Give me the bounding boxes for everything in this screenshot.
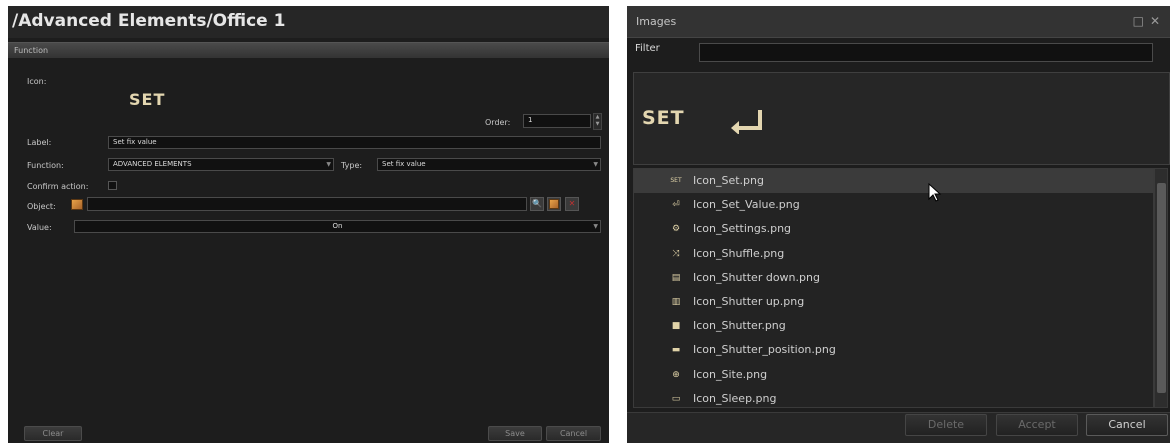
image-preview: SET [633,72,1170,165]
function-section-header: Function [8,42,609,58]
list-item-label: Icon_Shutter up.png [693,294,805,308]
chevron-down-icon: ▼ [593,223,598,230]
delete-button[interactable]: Delete [905,414,987,436]
shutter-up-icon: ▥ [671,296,681,307]
type-label: Type: [341,161,363,170]
images-dialog: Images □ ✕ Filter SET SET Icon_Set.png ⏎ Ico… [627,6,1170,443]
type-select[interactable]: Set fix value ▼ [377,158,601,171]
shutter-icon: ■ [671,321,681,332]
value-select[interactable]: On ▼ [74,220,601,233]
filter-input[interactable] [699,43,1153,62]
function-editor-panel: /Advanced Elements/Office 1 Function Ico… [8,6,609,443]
preview-set-text: SET [642,107,685,129]
page-title: /Advanced Elements/Office 1 [8,6,609,38]
list-item-label: Icon_Site.png [693,367,768,381]
filter-label: Filter [635,43,660,54]
list-item[interactable]: SET Icon_Set.png [634,169,1153,194]
type-select-value: Set fix value [382,160,426,168]
order-label: Order: [485,118,511,127]
clear-button[interactable]: Clear [24,426,82,441]
list-item-label: Icon_Settings.png [693,222,792,236]
icon-label: Icon: [27,77,47,86]
list-item[interactable]: ■ Icon_Shutter.png [634,314,1153,338]
window-controls: □ ✕ [1127,14,1160,28]
list-item-label: Icon_Shutter_position.png [693,343,836,357]
close-icon[interactable]: ✕ [1150,14,1160,28]
object-input[interactable] [87,197,527,211]
dialog-cancel-button[interactable]: Cancel [1086,414,1168,436]
globe-icon: ⊕ [672,369,680,380]
label-label: Label: [27,138,52,147]
chevron-down-icon: ▼ [593,161,598,168]
list-item[interactable]: ⏎ Icon_Set_Value.png [634,193,1153,217]
maximize-icon[interactable]: □ [1133,14,1144,28]
gear-icon: ⚙ [671,224,681,235]
list-item-label: Icon_Set_Value.png [693,198,800,212]
list-item[interactable]: ▬ Icon_Shutter_position.png [634,338,1153,362]
shutter-position-icon: ▬ [671,345,681,356]
chevron-down-icon: ▼ [326,161,331,168]
shutter-down-icon: ▤ [671,272,681,283]
list-scrollbar[interactable] [1154,168,1168,408]
list-item-label: Icon_Set.png [693,174,764,187]
function-label: Function: [27,161,64,170]
shuffle-icon: ⤨ [672,248,680,259]
list-item[interactable]: ▤ Icon_Shutter down.png [634,266,1153,290]
list-item-label: Icon_Shutter down.png [693,270,820,284]
list-item[interactable]: ⤨ Icon_Shuffle.png [634,242,1153,266]
cancel-button[interactable]: Cancel [546,426,601,441]
box-icon [549,199,559,209]
list-item[interactable]: ⚙ Icon_Settings.png [634,217,1153,241]
label-input[interactable]: Set fix value [108,136,601,149]
mouse-cursor-icon [928,183,942,202]
confirm-action-label: Confirm action: [27,182,89,191]
sleep-icon: ▭ [671,393,681,404]
confirm-action-checkbox[interactable] [108,181,117,190]
order-stepper[interactable]: ▲ ▼ [593,113,602,130]
object-label: Object: [27,202,56,211]
search-icon[interactable]: 🔍 [530,197,544,211]
value-label: Value: [27,223,52,232]
enter-arrow-icon: ⏎ [672,200,680,211]
function-select[interactable]: ADVANCED ELEMENTS ▼ [108,158,334,171]
image-list[interactable]: SET Icon_Set.png ⏎ Icon_Set_Value.png ⚙ Icon_… [633,168,1154,408]
enter-arrow-icon [731,110,762,134]
dialog-title: Images [627,6,1170,38]
list-item[interactable]: ▥ Icon_Shutter up.png [634,290,1153,314]
list-item-label: Icon_Shuffle.png [693,246,785,260]
set-text-icon: SET [670,177,682,184]
save-button[interactable]: Save [488,426,542,441]
list-item[interactable]: ⊕ Icon_Site.png [634,363,1153,387]
clear-object-button[interactable]: ✕ [565,197,579,211]
object-box-icon [71,199,83,210]
list-item-label: Icon_Sleep.png [693,391,777,405]
select-object-button[interactable] [547,197,561,211]
order-input[interactable]: 1 [523,114,591,128]
scrollbar-thumb[interactable] [1157,183,1166,393]
selected-icon-preview[interactable]: SET [129,90,165,109]
list-item[interactable]: ▭ Icon_Sleep.png [634,387,1153,407]
value-select-value: On [332,222,343,230]
list-item-label: Icon_Shutter.png [693,319,786,333]
accept-button[interactable]: Accept [996,414,1078,436]
function-select-value: ADVANCED ELEMENTS [113,160,192,168]
